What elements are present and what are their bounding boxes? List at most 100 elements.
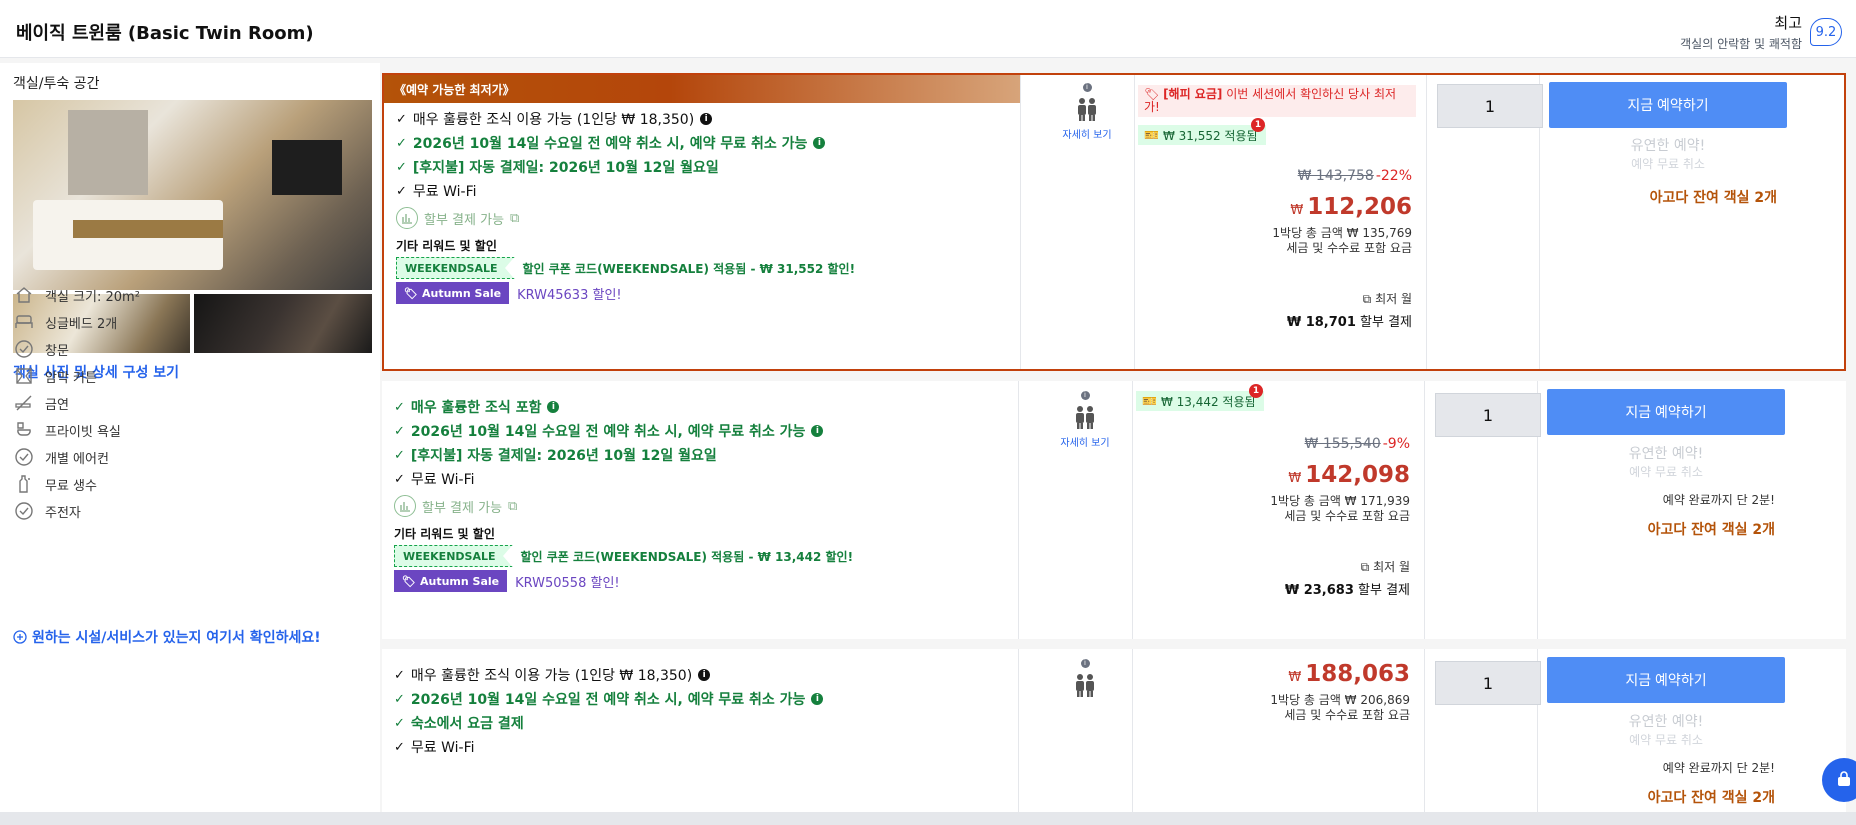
total-per-night: 1박당 총 금액 ₩ 206,869	[1270, 693, 1410, 707]
bottom-scroll-area	[0, 812, 1856, 825]
rate-feature: ✓ 2026년 10월 14일 수요일 전 예약 취소 시, 예약 무료 취소 가…	[396, 133, 826, 153]
tax-note: 세금 및 수수료 포함 요금	[1284, 708, 1410, 722]
check-icon: ✓	[394, 399, 405, 415]
current-price-value: 142,098	[1305, 462, 1410, 488]
info-icon[interactable]: i	[698, 669, 711, 681]
check-icon: ✓	[396, 111, 407, 127]
room-title: 베이직 트윈룸 (Basic Twin Room)	[16, 23, 314, 44]
page: 베이직 트윈룸 (Basic Twin Room) 최고 객실의 안락함 및 쾌…	[0, 0, 1856, 825]
review-summary[interactable]: 최고 객실의 안락함 및 쾌적함 9.2	[1680, 12, 1842, 52]
chat-icon	[1838, 771, 1850, 786]
rate-feature: ✓ 숙소에서 요금 결제	[394, 713, 524, 733]
current-price-value: 112,206	[1307, 194, 1412, 220]
external-link-icon: ⧉	[1362, 292, 1376, 306]
check-icon: ✓	[394, 471, 405, 487]
review-word: 최고	[1774, 14, 1802, 32]
price-cell: 🎫 ₩ 13,442 적용됨 1 ₩ 155,540 -9% ₩142,098 1박당 총 …	[1132, 381, 1424, 639]
original-price-value: ₩ 155,540	[1304, 436, 1381, 452]
check-icon: ✓	[394, 447, 405, 463]
rate-feature: ✓ [후지불] 자동 결제일: 2026년 10월 12일 월요일	[396, 157, 719, 177]
current-price: ₩188,063	[1288, 661, 1410, 687]
info-icon[interactable]: i	[547, 401, 560, 413]
monthly-amount-value: ₩ 23,683	[1284, 583, 1354, 598]
amenity-label: 프라이빗 욕실	[45, 424, 121, 440]
info-icon[interactable]: i	[811, 693, 824, 705]
installment-icon	[394, 495, 416, 517]
installment-icon	[396, 207, 418, 229]
coupon-row: WEEKENDSALE 할인 쿠폰 코드(WEEKENDSALE) 적용됨 - ₩…	[394, 545, 853, 567]
amenity-label: 암막 커튼	[45, 370, 97, 386]
installment-option[interactable]: 할부 결제 가능 ⧉	[394, 495, 517, 517]
book-now-button[interactable]: 지금 예약하기	[1547, 389, 1785, 435]
original-price: ₩ 155,540 -9%	[1305, 436, 1410, 452]
book-now-button[interactable]: 지금 예약하기	[1547, 657, 1785, 703]
two-adults-icon	[1076, 406, 1094, 429]
check-icon: ✓	[394, 739, 405, 755]
rate-feature-text: 매우 훌륭한 조식 포함	[410, 400, 542, 416]
no-smoking-icon	[13, 392, 35, 414]
info-icon[interactable]: i	[811, 425, 824, 437]
room-info-panel: 객실/투숙 공간 객실 사진 및 상세 구성 보기 객실 크기: 20m² 싱글베…	[0, 63, 380, 825]
column-divider	[1424, 381, 1425, 639]
current-price: ₩112,206	[1290, 194, 1412, 220]
check-icon: ✓	[394, 423, 405, 439]
monthly-amount-value: ₩ 18,701	[1286, 315, 1356, 330]
amenity-more-link[interactable]: 원하는 시설/서비스가 있는지 여기서 확인하세요!	[13, 627, 321, 647]
check-icon: ✓	[394, 667, 405, 683]
sale-badge-label: Autumn Sale	[421, 286, 502, 300]
room-quantity-select[interactable]: 1	[1437, 84, 1543, 128]
amenity-label: 창문	[45, 343, 69, 359]
column-divider	[1426, 75, 1427, 369]
rate-feature-text: 숙소에서 요금 결제	[410, 716, 524, 732]
room-quantity-select[interactable]: 1	[1435, 661, 1541, 705]
amenity-item: 개별 에어컨	[13, 444, 373, 470]
rate-feature: ✓ 2026년 10월 14일 수요일 전 예약 취소 시, 예약 무료 취소 가…	[394, 689, 824, 709]
info-icon[interactable]: i	[813, 137, 826, 149]
coupon-text: 할인 쿠폰 코드(WEEKENDSALE) 적용됨 - ₩ 31,552 할인!	[522, 261, 856, 276]
sale-badge: 🏷 Autumn Sale	[396, 282, 510, 304]
amenity-label: 금연	[45, 397, 69, 413]
amenity-item: 암막 커튼	[13, 363, 373, 389]
check-circle-icon	[13, 338, 35, 360]
original-price: ₩ 143,758 -22%	[1298, 168, 1412, 184]
amenity-label: 객실 크기: 20m²	[45, 289, 140, 305]
cashback-chip[interactable]: 🎫 ₩ 13,442 적용됨	[1136, 391, 1264, 411]
book-now-button[interactable]: 지금 예약하기	[1549, 82, 1787, 128]
coupon-row: WEEKENDSALE 할인 쿠폰 코드(WEEKENDSALE) 적용됨 - ₩…	[396, 257, 855, 279]
original-price-value: ₩ 143,758	[1297, 168, 1374, 184]
total-price-note: 1박당 총 금액 ₩ 171,939 세금 및 수수료 포함 요금	[1270, 494, 1410, 524]
rate-feature: ✓ 무료 Wi-Fi	[394, 737, 475, 757]
check-circle-icon	[13, 446, 35, 468]
rate-feature-text: 매우 훌륭한 조식 이용 가능 (1인당 ₩ 18,350)	[412, 112, 695, 128]
monthly-installment-label: ⧉ 최저 월	[1361, 558, 1410, 575]
total-price-note: 1박당 총 금액 ₩ 135,769 세금 및 수수료 포함 요금	[1272, 226, 1412, 256]
rate-feature: ✓ 2026년 10월 14일 수요일 전 예약 취소 시, 예약 무료 취소 가…	[394, 421, 824, 441]
free-cancel-note: 예약 무료 취소	[1631, 157, 1705, 171]
check-icon: ✓	[394, 715, 405, 731]
rate-feature: ✓ 매우 훌륭한 조식 이용 가능 (1인당 ₩ 18,350) i	[394, 665, 711, 685]
external-link-icon: ⧉	[508, 498, 518, 514]
check-icon: ✓	[396, 135, 407, 151]
plus-circle-icon	[13, 630, 27, 644]
amenity-label: 무료 생수	[45, 478, 97, 494]
room-quantity-select[interactable]: 1	[1435, 393, 1541, 437]
sale-row: 🏷 Autumn Sale KRW50558 할인!	[394, 570, 620, 592]
best-price-banner: 《예약 가능한 최저가》	[384, 75, 1020, 103]
bathroom-icon	[13, 419, 35, 441]
amenity-more-label: 원하는 시설/서비스가 있는지 여기서 확인하세요!	[32, 630, 321, 646]
amenity-item: 프라이빗 욕실	[13, 417, 373, 443]
room-photo-main[interactable]	[13, 100, 372, 290]
rewards-heading: 기타 리워드 및 할인	[396, 239, 497, 253]
flexible-booking-title: 유연한 예약!	[1628, 446, 1704, 462]
two-adults-icon	[1078, 98, 1096, 121]
cashback-chip[interactable]: 🎫 ₩ 31,552 적용됨	[1138, 125, 1266, 145]
amenity-label: 주전자	[45, 505, 81, 521]
rate-feature-text: [후지불] 자동 결제일: 2026년 10월 12일 월요일	[410, 448, 717, 464]
rate-feature: ✓ 매우 훌륭한 조식 이용 가능 (1인당 ₩ 18,350) i	[396, 109, 713, 129]
cashback-count-badge: 1	[1251, 118, 1265, 132]
amenity-item: 주전자	[13, 498, 373, 524]
monthly-installment-label: ⧉ 최저 월	[1363, 290, 1412, 307]
info-icon[interactable]: i	[700, 113, 713, 125]
installment-option[interactable]: 할부 결제 가능 ⧉	[396, 207, 519, 229]
discount-percent: -9%	[1382, 436, 1410, 452]
